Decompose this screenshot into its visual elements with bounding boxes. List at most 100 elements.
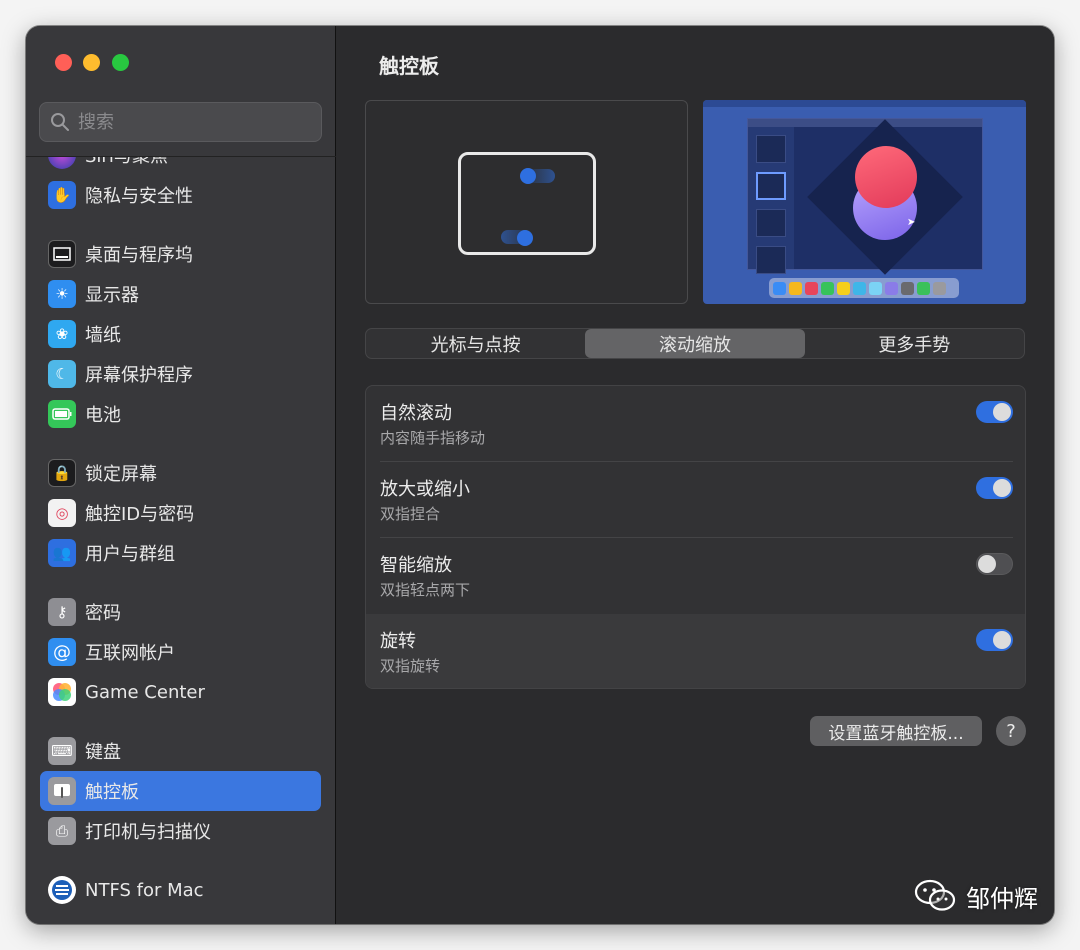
- sidebar-item-wallpaper[interactable]: ❀ 墙纸: [40, 314, 321, 354]
- sidebar-item-label: 触控ID与密码: [85, 504, 195, 525]
- sidebar-item-privacy[interactable]: ✋ 隐私与安全性: [40, 175, 321, 215]
- dock-app-icon: [789, 281, 802, 295]
- dock-app-icon: [837, 281, 850, 295]
- dock-icon: [48, 240, 76, 268]
- setting-title: 放大或缩小: [380, 479, 470, 500]
- tab-point-click[interactable]: 光标与点按: [366, 329, 585, 358]
- preview-dock: [769, 278, 959, 298]
- setting-subtitle: 双指捏合: [380, 505, 441, 523]
- screensaver-icon: ☾: [48, 360, 76, 388]
- watermark: 邹仲辉: [914, 878, 1038, 914]
- sidebar-item-label: 屏幕保护程序: [85, 365, 193, 386]
- preview-window-titlebar: [748, 119, 982, 127]
- sidebar-item-label: 显示器: [85, 285, 139, 306]
- dock-app-icon: [805, 281, 818, 295]
- setting-row-zoom[interactable]: 放大或缩小 双指捏合: [366, 462, 1025, 538]
- sidebar-item-label: Siri与聚焦: [85, 157, 168, 168]
- sidebar-item-passwords[interactable]: ⚷ 密码: [40, 592, 321, 632]
- sidebar-item-touch-id[interactable]: ◎ 触控ID与密码: [40, 493, 321, 533]
- sidebar-item-trackpad[interactable]: 触控板: [40, 771, 321, 811]
- sidebar-item-siri[interactable]: Siri与聚焦: [40, 157, 321, 175]
- search-input[interactable]: [78, 111, 298, 133]
- setting-title: 旋转: [380, 631, 416, 652]
- watermark-text: 邹仲辉: [966, 884, 1038, 913]
- preview-thumbnail: [756, 209, 786, 237]
- gesture-preview-trackpad: [365, 100, 688, 304]
- preview-thumbnail: [756, 172, 786, 200]
- search-field[interactable]: [39, 102, 322, 142]
- sidebar-item-lock-screen[interactable]: 🔒 锁定屏幕: [40, 453, 321, 493]
- dock-app-icon: [821, 281, 834, 295]
- preview-sidebar: [748, 127, 794, 274]
- preview-thumbnail: [756, 246, 786, 274]
- setting-row-natural-scrolling[interactable]: 自然滚动 内容随手指移动: [366, 386, 1025, 462]
- setup-bluetooth-trackpad-button[interactable]: 设置蓝牙触控板...: [810, 716, 982, 746]
- close-window-button[interactable]: [55, 54, 72, 71]
- gesture-preview-screen: ➤: [703, 100, 1026, 304]
- toggle-knob: [993, 403, 1011, 421]
- setting-title: 自然滚动: [380, 403, 452, 424]
- search-icon: [51, 113, 69, 131]
- dock-app-icon: [917, 281, 930, 295]
- sidebar-item-desktop-dock[interactable]: 桌面与程序坞: [40, 234, 321, 274]
- sidebar-item-battery[interactable]: 电池: [40, 394, 321, 434]
- sidebar-item-label: 锁定屏幕: [85, 464, 157, 485]
- setting-subtitle: 双指轻点两下: [380, 581, 471, 599]
- sidebar-item-label: 键盘: [85, 742, 121, 763]
- sidebar-item-label: 打印机与扫描仪: [85, 822, 211, 843]
- trackpad-icon: [48, 777, 76, 805]
- zoom-toggle[interactable]: [976, 477, 1013, 499]
- setting-subtitle: 双指旋转: [380, 657, 441, 675]
- hand-icon: ✋: [48, 181, 76, 209]
- game-center-icon: [48, 678, 76, 706]
- sun-icon: ☀: [48, 280, 76, 308]
- sidebar-item-label: 电池: [85, 405, 121, 426]
- sidebar-item-ntfs[interactable]: NTFS for Mac: [40, 870, 321, 910]
- users-icon: 👥: [48, 539, 76, 567]
- gesture-tabs: 光标与点按 滚动缩放 更多手势: [365, 328, 1025, 359]
- minimize-window-button[interactable]: [83, 54, 100, 71]
- sidebar-item-users[interactable]: 👥 用户与群组: [40, 533, 321, 573]
- lock-icon: 🔒: [48, 459, 76, 487]
- sidebar-item-displays[interactable]: ☀ 显示器: [40, 274, 321, 314]
- dock-app-icon: [853, 281, 866, 295]
- dock-app-icon: [901, 281, 914, 295]
- cursor-icon: ➤: [907, 217, 916, 228]
- tab-scroll-zoom[interactable]: 滚动缩放: [585, 329, 805, 358]
- sidebar-item-game-center[interactable]: Game Center: [40, 672, 321, 712]
- rotate-toggle[interactable]: [976, 629, 1013, 651]
- sidebar-item-label: Game Center: [85, 681, 205, 703]
- tab-more-gestures[interactable]: 更多手势: [805, 329, 1024, 358]
- page-title: 触控板: [379, 54, 439, 78]
- sidebar-item-internet-accounts[interactable]: @ 互联网帐户: [40, 632, 321, 672]
- setting-title: 智能缩放: [380, 555, 452, 576]
- sidebar-item-screensaver[interactable]: ☾ 屏幕保护程序: [40, 354, 321, 394]
- setting-row-rotate[interactable]: 旋转 双指旋转: [366, 614, 1025, 688]
- sidebar-item-keyboard[interactable]: ⌨ 键盘: [40, 731, 321, 771]
- smart-zoom-toggle[interactable]: [976, 553, 1013, 575]
- keyboard-icon: ⌨: [48, 737, 76, 765]
- sidebar-list: Siri与聚焦 ✋ 隐私与安全性 桌面与程序坞 ☀ 显示器 ❀ 墙纸 ☾: [26, 157, 336, 924]
- sidebar-item-label: 墙纸: [85, 325, 121, 346]
- sidebar-item-label: 密码: [85, 603, 121, 624]
- sidebar-item-label: 桌面与程序坞: [85, 245, 193, 266]
- at-icon: @: [48, 638, 76, 666]
- sidebar-item-label: 互联网帐户: [85, 643, 175, 664]
- sidebar-item-printers[interactable]: ⎙ 打印机与扫描仪: [40, 811, 321, 851]
- setting-subtitle: 内容随手指移动: [380, 429, 486, 447]
- help-button[interactable]: ?: [996, 716, 1026, 746]
- toggle-knob: [993, 631, 1011, 649]
- wechat-icon: [914, 879, 956, 911]
- finger-dot: [520, 168, 536, 184]
- ntfs-icon: [48, 876, 76, 904]
- settings-window: Siri与聚焦 ✋ 隐私与安全性 桌面与程序坞 ☀ 显示器 ❀ 墙纸 ☾: [26, 26, 1054, 924]
- battery-icon: [48, 400, 76, 428]
- toggle-knob: [978, 555, 996, 573]
- zoom-window-button[interactable]: [112, 54, 129, 71]
- dock-app-icon: [885, 281, 898, 295]
- setting-row-smart-zoom[interactable]: 智能缩放 双指轻点两下: [366, 538, 1025, 614]
- dock-app-icon: [933, 281, 946, 295]
- natural-scrolling-toggle[interactable]: [976, 401, 1013, 423]
- trackpad-illustration: [458, 152, 596, 255]
- settings-list: 自然滚动 内容随手指移动 放大或缩小 双指捏合 智能缩放 双指轻点两下 旋转 双…: [365, 385, 1026, 689]
